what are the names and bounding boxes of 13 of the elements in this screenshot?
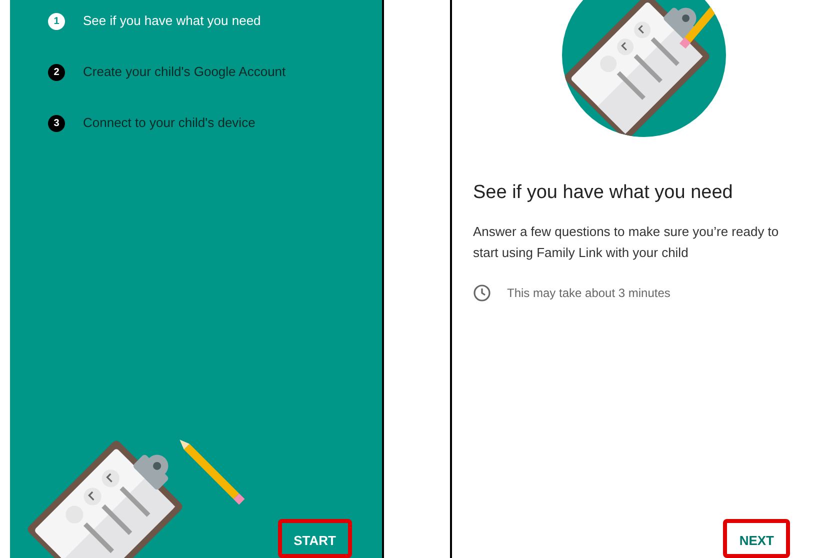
next-button[interactable]: NEXT bbox=[723, 518, 790, 558]
step-label: Create your child's Google Account bbox=[83, 63, 286, 81]
clock-icon bbox=[473, 284, 491, 302]
duration-note: This may take about 3 minutes bbox=[507, 285, 670, 302]
step-label: See if you have what you need bbox=[83, 12, 261, 30]
screen-title: See if you have what you need bbox=[473, 181, 734, 205]
step-number: 1 bbox=[48, 12, 65, 30]
step-number: 2 bbox=[48, 64, 65, 80]
step-label: Connect to your child's device bbox=[83, 114, 256, 132]
description: Answer a few questions to make sure you’re ready to start using Family Link with your child bbox=[473, 223, 780, 262]
pencil-drawing bbox=[180, 440, 245, 505]
step-number: 3 bbox=[48, 114, 65, 132]
start-button[interactable]: START bbox=[278, 518, 352, 558]
